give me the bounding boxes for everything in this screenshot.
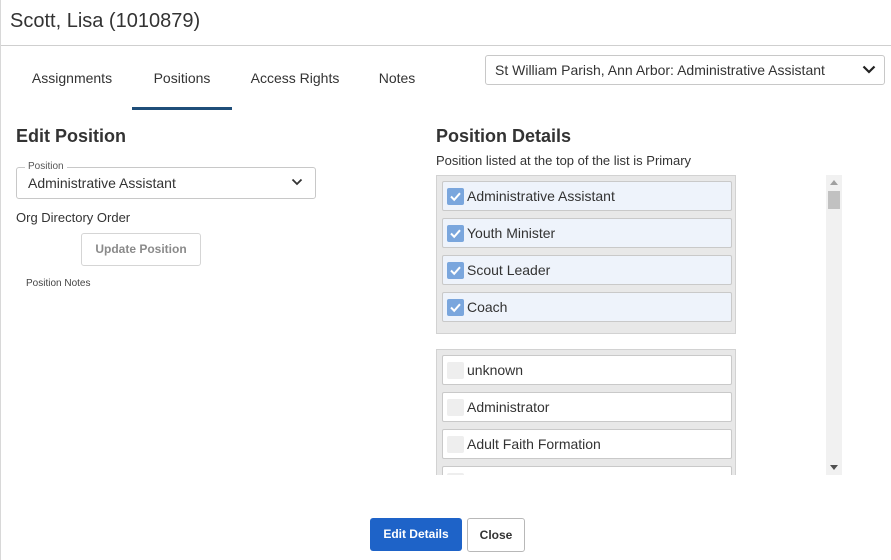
edit-details-button[interactable]: Edit Details [370, 518, 462, 551]
list-item[interactable]: Administrator [442, 392, 732, 422]
dialog-header: Scott, Lisa (1010879) [1, 0, 891, 46]
context-select-value: St William Parish, Ann Arbor: Administra… [495, 62, 825, 78]
list-item-label: Scout Leader [467, 262, 551, 278]
checkmark-icon [450, 229, 461, 239]
list-item[interactable]: Coach [442, 292, 732, 322]
position-details-subtitle: Position listed at the top of the list i… [436, 153, 692, 168]
scroll-down-icon[interactable] [830, 465, 838, 470]
tab-assignments[interactable]: Assignments [12, 47, 132, 110]
close-button[interactable]: Close [467, 518, 525, 552]
list-item-label: Adult Faith Formation [467, 436, 601, 452]
list-item-label: Youth Minister [467, 225, 556, 241]
list-item[interactable]: Administrative Assistant [442, 181, 732, 211]
position-context-select[interactable]: St William Parish, Ann Arbor: Administra… [485, 55, 885, 85]
list-item-label: Coach [467, 299, 508, 315]
checkmark-icon [450, 303, 461, 313]
chevron-down-icon [862, 65, 876, 74]
checkbox[interactable] [447, 399, 464, 416]
update-position-button[interactable]: Update Position [81, 233, 201, 266]
checkbox[interactable] [447, 473, 464, 475]
position-field-label: Position [25, 161, 67, 173]
tab-access-rights[interactable]: Access Rights [242, 47, 348, 110]
list-item-label: Administrator [467, 399, 550, 415]
org-directory-order-label: Org Directory Order [16, 210, 131, 225]
list-item[interactable]: Youth Minister [442, 218, 732, 248]
position-select[interactable]: Position Administrative Assistant [16, 161, 316, 199]
checkbox[interactable] [447, 262, 464, 279]
position-details-title: Position Details [436, 126, 572, 146]
list-item[interactable] [442, 466, 732, 475]
position-field-value: Administrative Assistant [28, 175, 176, 191]
checkbox[interactable] [447, 362, 464, 379]
list-item[interactable]: Adult Faith Formation [442, 429, 732, 459]
checkmark-icon [450, 266, 461, 276]
checkbox[interactable] [447, 299, 464, 316]
scroll-thumb[interactable] [828, 191, 840, 209]
list-item[interactable]: Scout Leader [442, 255, 732, 285]
tab-positions[interactable]: Positions [132, 47, 232, 110]
list-item[interactable]: unknown [442, 355, 732, 385]
positions-scrollbar[interactable] [826, 175, 842, 475]
selected-positions-list: Administrative Assistant Youth Minister … [436, 175, 736, 334]
person-title: Scott, Lisa (1010879) [10, 10, 201, 32]
list-item-label: Administrative Assistant [467, 188, 615, 204]
list-item-label: unknown [467, 362, 524, 378]
edit-position-title: Edit Position [16, 126, 126, 146]
checkbox[interactable] [447, 188, 464, 205]
scroll-up-icon[interactable] [830, 180, 838, 185]
tab-notes[interactable]: Notes [370, 47, 424, 110]
checkbox[interactable] [447, 436, 464, 453]
chevron-down-icon [291, 178, 303, 186]
checkbox[interactable] [447, 225, 464, 242]
checkmark-icon [450, 192, 461, 202]
position-notes-label: Position Notes [26, 278, 91, 289]
available-positions-list: unknown Administrator Adult Faith Format… [436, 349, 736, 475]
